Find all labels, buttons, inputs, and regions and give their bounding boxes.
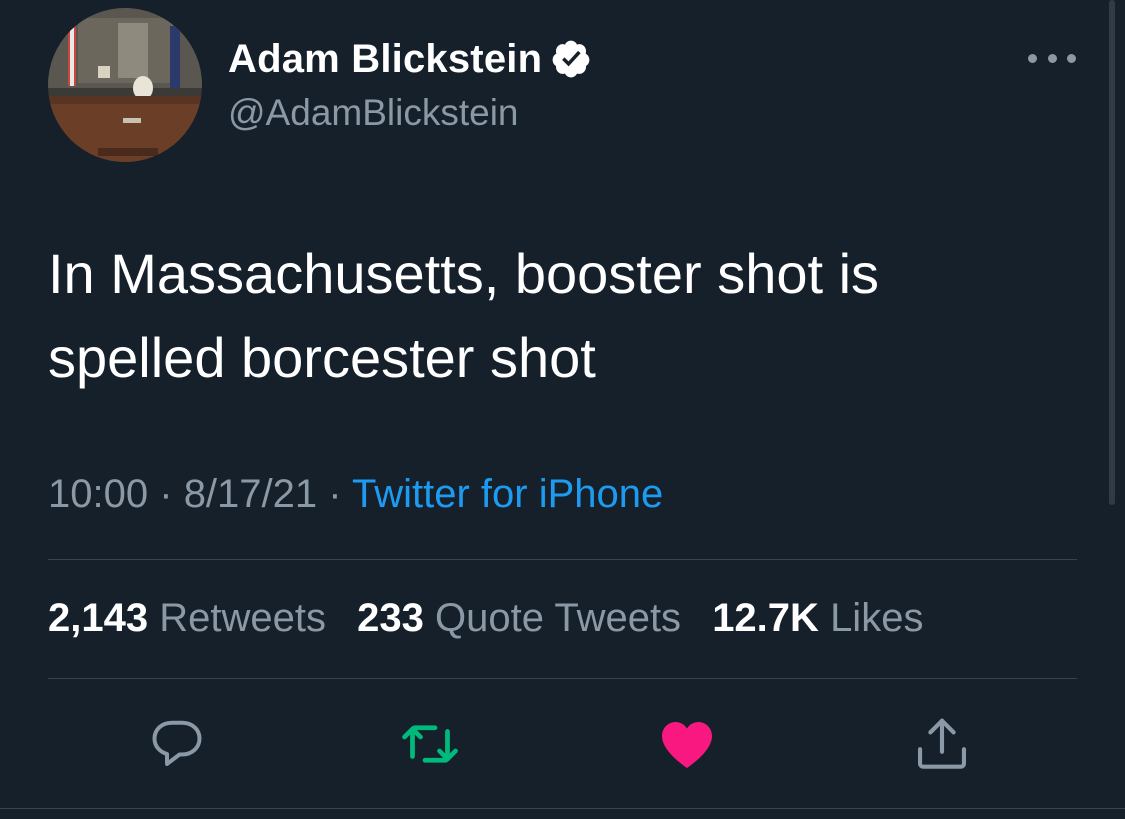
tweet-text: In Massachusetts, booster shot is spelle… [48,242,880,389]
likes-count: 12.7K [712,596,819,640]
retweets-label: Retweets [159,596,326,640]
quote-tweets-label: Quote Tweets [434,596,682,640]
likes-label: Likes [830,596,924,640]
share-icon [917,718,967,769]
divider [48,678,1077,679]
avatar[interactable] [48,8,202,162]
tweet-metadata: 10:00 · 8/17/21 · Twitter for iPhone [48,472,663,517]
author-display-name[interactable]: Adam Blickstein [228,37,542,82]
likes-stat[interactable]: 12.7K Likes [712,596,923,640]
scrollbar[interactable] [1109,0,1115,505]
quote-tweets-stat[interactable]: 233 Quote Tweets [357,596,681,640]
dot [1067,53,1076,63]
author-name-row[interactable]: Adam Blickstein [228,34,592,84]
tweet-action-bar [0,712,1125,776]
dot [1047,53,1057,63]
divider [48,559,1077,560]
dot [1028,53,1037,63]
retweet-icon [402,725,458,763]
tweet-source-link[interactable]: Twitter for iPhone [352,472,663,516]
like-icon [662,722,712,768]
tweet-time[interactable]: 10:00 [48,472,148,516]
tweet-date[interactable]: 8/17/21 [184,472,317,516]
reply-icon [152,720,202,766]
more-options-icon[interactable] [1028,46,1076,70]
share-button[interactable] [910,712,974,776]
like-button[interactable] [655,712,719,776]
tweet-detail: Adam Blickstein @AdamBlickstein In Massa… [0,0,1125,819]
author-handle[interactable]: @AdamBlickstein [228,92,519,134]
tweet-stats: 2,143 Retweets 233 Quote Tweets 12.7K Li… [48,596,943,641]
retweets-stat[interactable]: 2,143 Retweets [48,596,326,640]
meta-separator: · [159,472,173,516]
retweet-button[interactable] [398,712,462,776]
divider [0,808,1125,809]
avatar-image [48,8,202,162]
reply-button[interactable] [145,712,209,776]
quote-tweets-count: 233 [357,596,424,640]
retweets-count: 2,143 [48,596,149,640]
verified-badge-icon [550,38,592,80]
meta-separator: · [328,472,342,516]
